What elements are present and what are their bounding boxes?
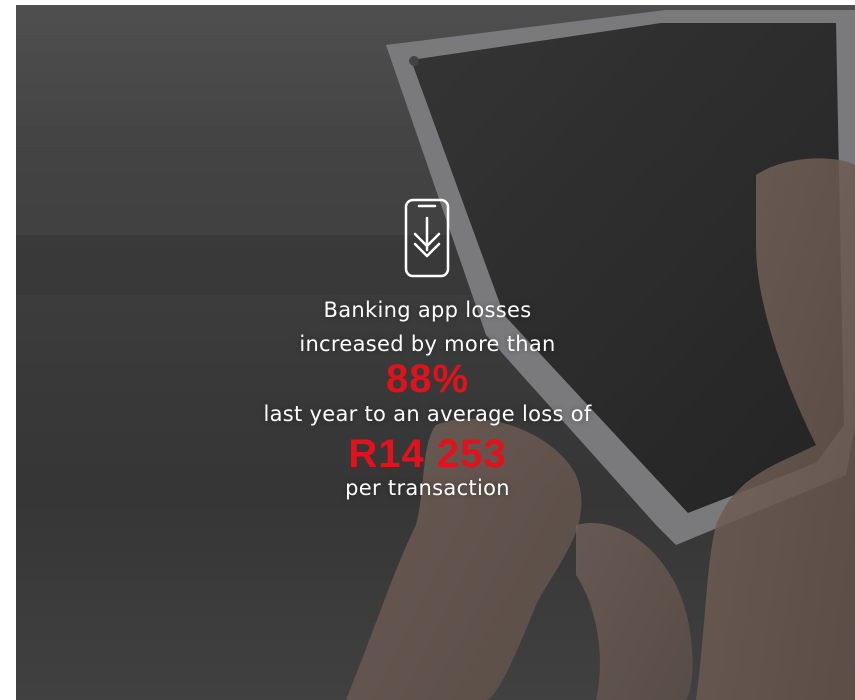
phone-download-icon (404, 198, 450, 278)
stat-line-2: increased by more than (299, 332, 556, 356)
stat-line-1: Banking app losses (323, 298, 532, 322)
stat-amount: R14 253 (348, 432, 507, 476)
stat-percent: 88% (385, 357, 470, 401)
stat-line-3: last year to an average loss of (263, 402, 592, 426)
stat-line-4: per transaction (345, 476, 510, 500)
